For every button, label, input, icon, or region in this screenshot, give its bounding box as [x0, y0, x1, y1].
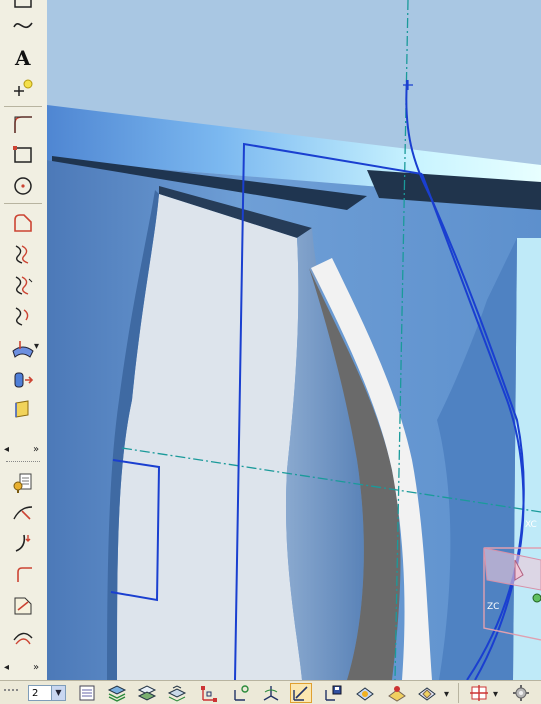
right-slot-face [513, 238, 541, 680]
intersection-curve-icon [13, 632, 33, 645]
save-wcs-button[interactable] [322, 683, 344, 703]
work-layer-value: 2 [32, 688, 39, 699]
chevron-down-icon[interactable]: ▼ [51, 686, 65, 700]
bottom-toolbar: 2 ▼ ▾ ▾ [0, 680, 541, 704]
revolve-tool-button[interactable] [6, 396, 40, 422]
circle-icon [14, 177, 32, 195]
rectangle-icon [13, 146, 32, 163]
fillet-tool-button[interactable] [6, 112, 40, 138]
intersection-curve-button[interactable] [6, 623, 40, 649]
work-layer-select[interactable]: 2 ▼ [28, 685, 66, 701]
wcs-origin-button[interactable] [230, 683, 252, 703]
svg-text:A: A [14, 46, 31, 69]
text-tool-button[interactable]: A [6, 44, 40, 70]
scroll-left-icon[interactable]: ◂ [4, 662, 9, 673]
wcs-dynamics-icon [201, 686, 217, 702]
extend-curve-button[interactable] [6, 530, 40, 556]
surface-icon [12, 341, 34, 358]
object-display-icon [388, 686, 406, 702]
layers-icon [107, 685, 127, 702]
copy-to-layer-button[interactable] [166, 683, 188, 703]
object-display-button[interactable] [386, 683, 408, 703]
revolve-icon [15, 400, 29, 418]
wcs-orient-button[interactable] [290, 683, 312, 703]
corner-icon [17, 567, 32, 582]
corner-fillet-icon [14, 116, 32, 133]
mirror-curve-icon [15, 276, 33, 295]
dropdown-arrow-icon[interactable]: ▾ [444, 689, 449, 700]
move-layer-icon [137, 685, 157, 701]
profile-tool-button[interactable] [6, 210, 40, 236]
move-to-layer-button[interactable] [136, 683, 158, 703]
rectangle-sketch-button[interactable] [6, 142, 40, 168]
layer-stack-icon [79, 685, 95, 701]
wcs-dynamics-button[interactable] [198, 683, 220, 703]
point-tool-button[interactable] [6, 76, 40, 102]
wcs-rotate-icon [263, 686, 279, 701]
sketch-plane-button[interactable] [6, 593, 40, 619]
offset-curve-button[interactable] [6, 241, 40, 267]
toolbar-grip[interactable] [4, 689, 18, 695]
point-icon [14, 79, 33, 96]
hide-show-icon [418, 687, 436, 701]
zc-axis-label: ZC [487, 602, 499, 612]
text-a-icon: A [14, 46, 31, 69]
wcs-display-icon [356, 687, 374, 701]
graphics-viewport[interactable]: ZC XC [47, 0, 541, 680]
model-scene[interactable]: ZC XC [47, 0, 541, 680]
dropdown-arrow-icon[interactable]: ▾ [493, 689, 498, 700]
left-toolbar: A ▾ ◂ » ◂ » [0, 0, 48, 680]
profile-icon [14, 214, 32, 232]
analysis-tool-button[interactable] [6, 470, 40, 496]
nx-cad-window: A ▾ ◂ » ◂ » ZC XC 2 ▼ ▾ ▾ [0, 0, 541, 704]
trim-curve-button[interactable] [6, 500, 40, 526]
wcs-display-button[interactable] [354, 683, 376, 703]
trim-curve-icon [13, 506, 33, 520]
toolbar-grip[interactable] [6, 461, 40, 466]
snap-point-button[interactable] [468, 683, 490, 703]
toolbar-separator [4, 203, 42, 204]
wcs-origin-icon [234, 685, 249, 701]
xc-axis-label: XC [525, 520, 537, 530]
more-tools-chevron-icon[interactable]: » [33, 444, 39, 455]
gear-filter-icon [513, 685, 529, 701]
dropdown-arrow-icon[interactable]: ▾ [34, 341, 39, 352]
layer-visibility-button[interactable] [106, 683, 128, 703]
selection-filter-button[interactable] [510, 683, 532, 703]
wcs-orient-icon [293, 686, 308, 701]
snap-point-icon [470, 685, 488, 701]
circle-tool-button[interactable] [6, 173, 40, 199]
toolbar-separator [4, 106, 42, 107]
offset-curve-icon [15, 245, 29, 264]
spline-icon [13, 22, 33, 29]
extrude-icon [14, 372, 34, 388]
key-page-icon [13, 473, 32, 493]
mirror-curve-button[interactable] [6, 272, 40, 298]
project-curve-icon [15, 307, 29, 326]
spline-tool-button[interactable] [6, 12, 40, 38]
wcs-origin-icon [532, 593, 541, 603]
project-curve-button[interactable] [6, 303, 40, 329]
toolbar-separator [458, 683, 459, 703]
scroll-left-icon[interactable]: ◂ [4, 444, 9, 455]
layer-settings-button[interactable] [76, 683, 98, 703]
copy-layer-icon [167, 685, 187, 702]
wcs-rotate-button[interactable] [260, 683, 282, 703]
extend-curve-icon [15, 534, 31, 552]
hide-show-button[interactable] [416, 683, 438, 703]
sketch-plane-icon [14, 597, 32, 615]
extrude-tool-button[interactable] [6, 366, 40, 392]
corner-tool-button[interactable] [6, 561, 40, 587]
save-wcs-icon [325, 685, 342, 701]
more-tools-chevron-icon[interactable]: » [33, 662, 39, 673]
